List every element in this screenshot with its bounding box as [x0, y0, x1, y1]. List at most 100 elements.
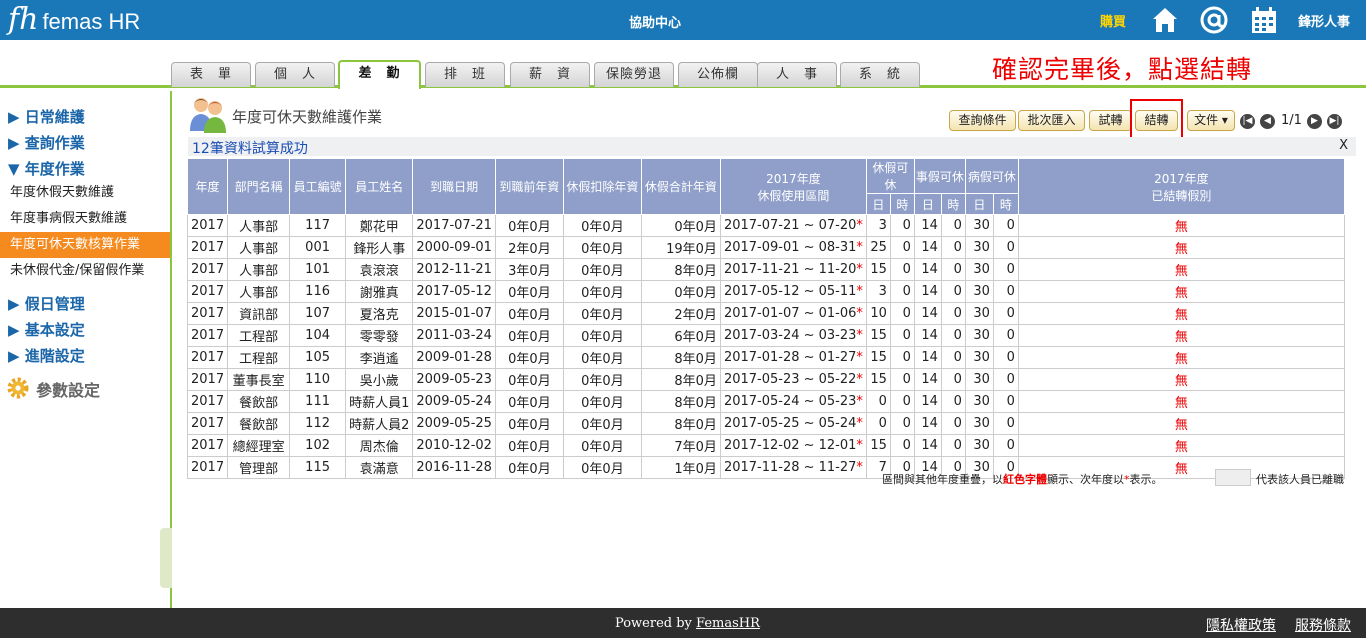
batch-import-button[interactable]: 批次匯入	[1018, 110, 1085, 131]
tab-personal[interactable]: 個 人	[255, 62, 335, 87]
tab-payroll[interactable]: 薪 資	[510, 62, 590, 87]
cell-personal-hour-text: 0	[953, 284, 962, 299]
col-sick-day: 日	[964, 193, 994, 215]
cell-personal-hour: 0	[940, 302, 966, 325]
cell-prior-years-text: 0年0月	[508, 286, 551, 301]
trial-run-button[interactable]: 試轉	[1089, 110, 1132, 131]
terms-of-service-link[interactable]: 服務條款	[1295, 615, 1351, 635]
cell-dept-text: 管理部	[239, 462, 279, 477]
cell-leave-total: 8年0月	[640, 412, 721, 435]
table-row[interactable]: 2017 餐飲部 111 時薪人員1 2009-05-24 0年0月 0年0月 8年0月 201…	[186, 390, 1345, 413]
close-message-button[interactable]: X	[1339, 138, 1348, 153]
query-conditions-button[interactable]: 查詢條件	[949, 110, 1016, 131]
cell-join-date: 2010-12-02	[412, 434, 496, 457]
tab-shift[interactable]: 排 班	[425, 62, 505, 87]
cell-dept-text: 人事部	[239, 286, 279, 301]
legend-part1: 區間與其他年度重疊，以	[882, 473, 1003, 486]
cell-emp-no: 110	[289, 368, 347, 391]
col-emp-no[interactable]: 員工編號	[289, 158, 347, 215]
documents-dropdown[interactable]: 文件 ▾	[1187, 110, 1235, 131]
last-page-icon[interactable]: ▶|	[1327, 114, 1342, 129]
table-row[interactable]: 2017 人事部 001 鋒形人事 2000-09-01 2年0月 0年0月 19年0月 201…	[186, 236, 1345, 259]
table-row[interactable]: 2017 資訊部 107 夏洛克 2015-01-07 0年0月 0年0月 2年0月 2017-…	[186, 302, 1345, 325]
cell-year-text: 2017	[191, 372, 225, 387]
col-emp-name[interactable]: 員工姓名	[345, 158, 414, 215]
cell-leave-total: 1年0月	[640, 456, 721, 479]
user-name[interactable]: 鋒形人事	[1298, 11, 1350, 30]
menu-basic-settings[interactable]: ▶ 基本設定	[8, 319, 85, 340]
powered-prefix: Powered by	[615, 616, 697, 631]
menu-item-unused-leave-pay[interactable]: 未休假代金/保留假作業	[0, 258, 170, 284]
col-join-date[interactable]: 到職日期	[412, 158, 496, 215]
table-row[interactable]: 2017 人事部 116 謝雅真 2017-05-12 0年0月 0年0月 0年0月 2017-…	[186, 280, 1345, 303]
cell-year-text: 2017	[191, 350, 225, 365]
tab-insurance[interactable]: 保險勞退	[594, 62, 674, 87]
cell-leave-total-text: 7年0月	[674, 440, 717, 455]
menu-query[interactable]: ▶ 查詢作業	[8, 132, 85, 153]
cell-year-text: 2017	[191, 218, 225, 233]
menu-item-available-days-calc[interactable]: 年度可休天數核算作業	[0, 232, 170, 258]
col-period[interactable]: 2017年度 休假使用區間	[719, 158, 867, 215]
next-page-icon[interactable]: ▶	[1307, 114, 1322, 129]
femashr-link[interactable]: FemasHR	[696, 616, 760, 631]
table-row[interactable]: 2017 管理部 115 袁滿意 2016-11-28 0年0月 0年0月 1年0月 2017-…	[186, 456, 1345, 479]
menu-holiday-management[interactable]: ▶ 假日管理	[8, 293, 85, 314]
cell-leave-total-text: 6年0月	[674, 330, 717, 345]
femas-logo[interactable]: fh femas HR	[8, 5, 140, 35]
help-center-link[interactable]: 協助中心	[600, 12, 710, 31]
table-row[interactable]: 2017 董事長室 110 吳小歲 2009-05-23 0年0月 0年0月 8年0月 2017…	[186, 368, 1345, 391]
tab-forms[interactable]: 表 單	[171, 62, 251, 87]
cell-annual-day-text: 0	[878, 416, 887, 431]
col-year[interactable]: 年度	[186, 158, 229, 215]
menu-parameter-settings[interactable]: 參數設定	[36, 377, 100, 401]
cell-leave-deduct-text: 0年0月	[581, 330, 624, 345]
table-row[interactable]: 2017 人事部 117 鄭花甲 2017-07-21 0年0月 0年0月 0年0月 2017-…	[186, 214, 1345, 237]
cell-sick-hour: 0	[992, 434, 1019, 457]
cell-sick-day-text: 30	[973, 262, 990, 277]
cell-prior-years-text: 0年0月	[508, 352, 551, 367]
menu-advanced-settings[interactable]: ▶ 進階設定	[8, 345, 85, 366]
sidebar-collapse-handle[interactable]	[160, 528, 172, 588]
cell-personal-hour: 0	[940, 236, 966, 259]
tab-system[interactable]: 系 統	[840, 62, 920, 87]
cell-leave-total-text: 19年0月	[666, 242, 717, 257]
col-dept[interactable]: 部門名稱	[227, 158, 291, 215]
cell-emp-no: 116	[289, 280, 347, 303]
cell-sick-hour: 0	[992, 390, 1019, 413]
table-row[interactable]: 2017 總經理室 102 周杰倫 2010-12-02 0年0月 0年0月 7年0月 2017…	[186, 434, 1345, 457]
tab-attendance[interactable]: 差 勤	[338, 60, 421, 89]
cell-carried: 無	[1017, 434, 1345, 457]
calendar-icon[interactable]	[1249, 5, 1279, 35]
cell-dept: 人事部	[227, 258, 291, 281]
cell-year-text: 2017	[191, 438, 225, 453]
cell-personal-hour: 0	[940, 280, 966, 303]
table-row[interactable]: 2017 人事部 101 袁滾滾 2012-11-21 3年0月 0年0月 8年0月 2017-…	[186, 258, 1345, 281]
cell-join-date-text: 2009-05-25	[416, 416, 492, 431]
cell-carried-text: 無	[1174, 308, 1188, 323]
menu-item-annual-leave-days[interactable]: 年度休假天數維護	[0, 180, 170, 206]
tab-bulletin[interactable]: 公佈欄	[678, 62, 758, 87]
table-row[interactable]: 2017 工程部 104 零零發 2011-03-24 0年0月 0年0月 6年0月 2017-…	[186, 324, 1345, 347]
cell-prior-years: 0年0月	[494, 346, 564, 369]
first-page-icon[interactable]: |◀	[1240, 114, 1255, 129]
cell-carried-text: 無	[1174, 220, 1188, 235]
tab-hr[interactable]: 人 事	[757, 62, 837, 87]
col-sick: 病假可休	[964, 158, 1019, 194]
email-at-icon[interactable]	[1199, 5, 1229, 35]
table-row[interactable]: 2017 工程部 105 李逍遙 2009-01-28 0年0月 0年0月 8年0月 2017-…	[186, 346, 1345, 369]
cell-annual-day-text: 10	[870, 306, 887, 321]
col-leave-deduct[interactable]: 休假扣除年資	[562, 158, 642, 215]
privacy-policy-link[interactable]: 隱私權政策	[1206, 615, 1276, 635]
menu-annual-operations[interactable]: ▼ 年度作業	[8, 158, 85, 179]
home-icon[interactable]	[1150, 5, 1180, 35]
cell-join-date: 2017-05-12	[412, 280, 496, 303]
menu-item-personal-sick-days[interactable]: 年度事病假天數維護	[0, 206, 170, 232]
buy-link[interactable]: 購買	[1100, 11, 1126, 30]
col-prior-years[interactable]: 到職前年資	[494, 158, 564, 215]
col-leave-total[interactable]: 休假合計年資	[640, 158, 721, 215]
table-row[interactable]: 2017 餐飲部 112 時薪人員2 2009-05-25 0年0月 0年0月 8年0月 201…	[186, 412, 1345, 435]
prev-page-icon[interactable]: ◀	[1260, 114, 1275, 129]
menu-daily-maintenance[interactable]: ▶ 日常維護	[8, 106, 85, 127]
cell-annual-hour-text: 0	[902, 306, 911, 321]
cell-year: 2017	[186, 390, 229, 413]
